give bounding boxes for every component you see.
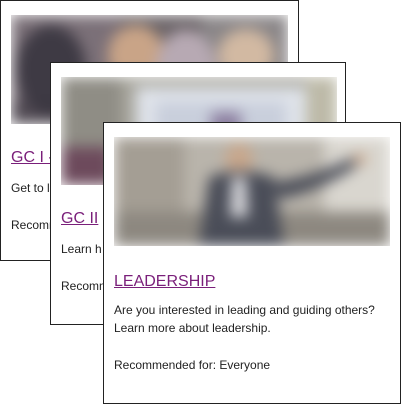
card-description: Learn h: [61, 242, 102, 256]
card-recommended: Recomm: [61, 279, 110, 293]
card-photo: [114, 137, 390, 246]
card-title-link[interactable]: GC II: [61, 210, 98, 228]
course-card-stack: GC I - Get to l Recomme GC II Learn h Re: [0, 0, 401, 404]
card-description: Are you interested in leading and guidin…: [114, 303, 375, 335]
card-title-link[interactable]: LEADERSHIP: [114, 273, 215, 291]
course-card-leadership[interactable]: LEADERSHIP Are you interested in leading…: [103, 122, 401, 404]
card-title-link[interactable]: GC I -: [11, 149, 54, 167]
speaker-photo-blurred: [114, 137, 390, 246]
card-description: Get to l: [11, 181, 50, 195]
card-recommended: Recommended for: Everyone: [114, 358, 271, 372]
